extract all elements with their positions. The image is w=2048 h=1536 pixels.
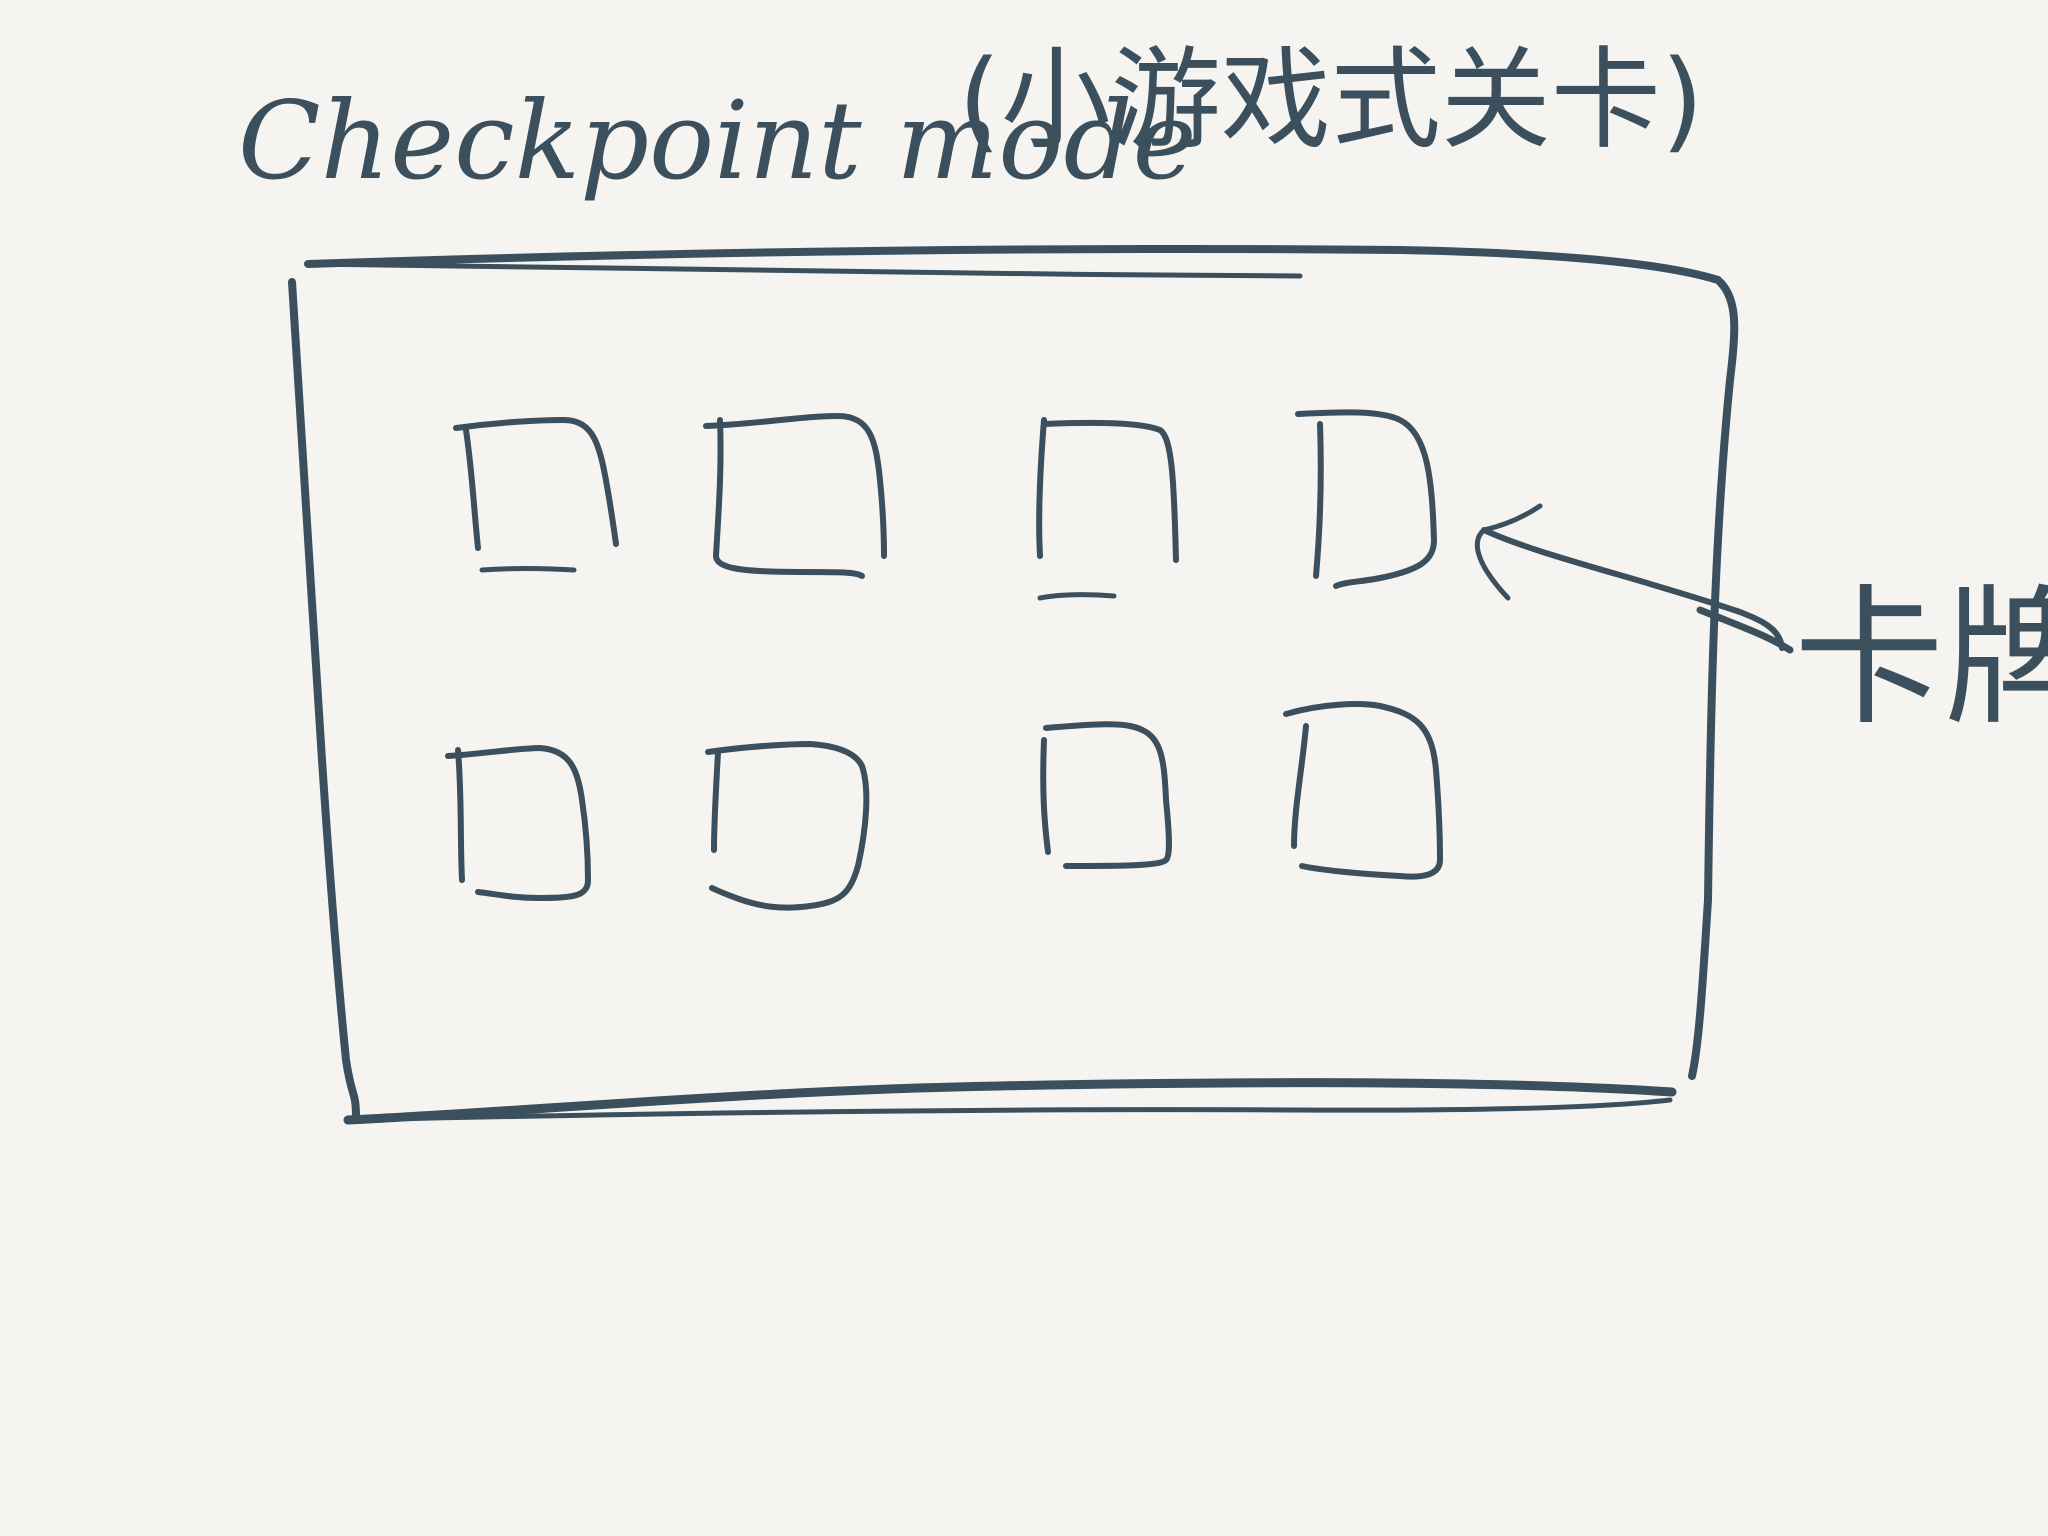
card	[1283, 701, 1443, 880]
card	[703, 413, 887, 579]
annotation-arrow	[1474, 503, 1794, 654]
card	[1036, 417, 1179, 601]
title-chinese: (小游戏式关卡)	[958, 36, 1704, 164]
whiteboard-canvas: Checkpoint mode (小游戏式关卡) 卡牌	[0, 0, 2048, 1536]
card	[705, 741, 870, 911]
sketch-drawing: Checkpoint mode (小游戏式关卡) 卡牌	[238, 36, 2048, 1125]
card	[453, 417, 619, 573]
outer-frame	[288, 244, 1739, 1125]
card	[1040, 721, 1172, 869]
card	[1295, 409, 1437, 589]
annotation-label: 卡牌	[1794, 572, 2048, 746]
card	[445, 745, 591, 901]
card-row-1	[453, 409, 1437, 601]
card-row-2	[445, 701, 1443, 911]
